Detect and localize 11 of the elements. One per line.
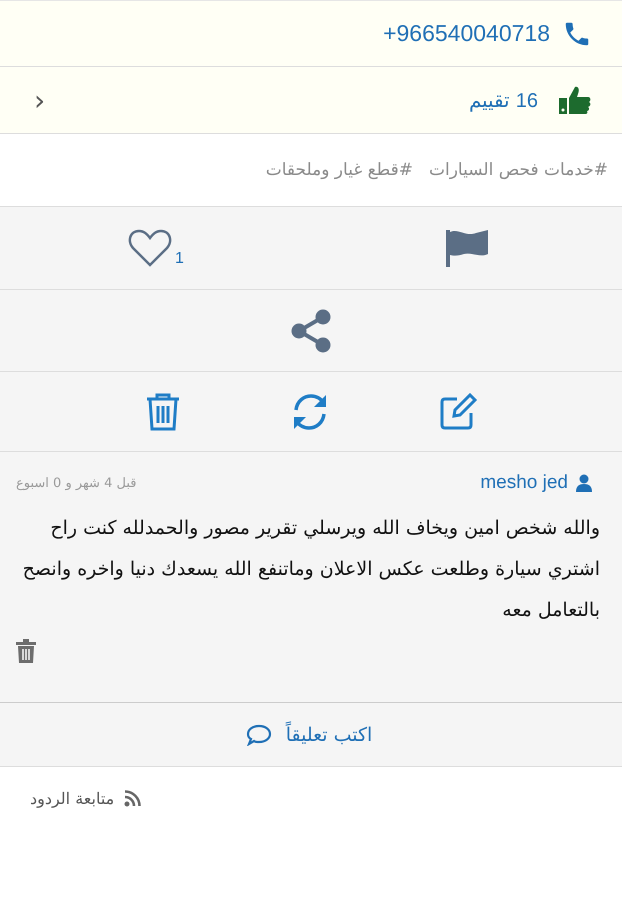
comment-author[interactable]: mesho jed [480,472,568,494]
comment-time: قبل 4 شهر و 0 اسبوع [16,476,136,490]
comment-text: والله شخص امين ويخاف الله ويرسلي تقرير مصور والحمدلله كنت راح اشتري سيارة وطلعت عكس الاعلان وماتنفع الله يسعدك دنيا واخره وانصح بالتعامل معه [22,516,600,623]
rating-count[interactable]: 16 تقييم [469,88,538,112]
write-comment-button[interactable]: اكتب تعليقاً [282,720,376,750]
chevron-icon[interactable]: ‹ [30,84,46,116]
tag-link[interactable]: #خدمات فحص السيارات [428,160,608,180]
phone-link[interactable]: +966540040718 [383,20,550,47]
like-count: 1 [175,250,184,268]
tag-link[interactable]: #قطع غيار وملحقات [266,160,413,180]
follow-replies-link[interactable]: متابعة الردود [30,789,114,808]
